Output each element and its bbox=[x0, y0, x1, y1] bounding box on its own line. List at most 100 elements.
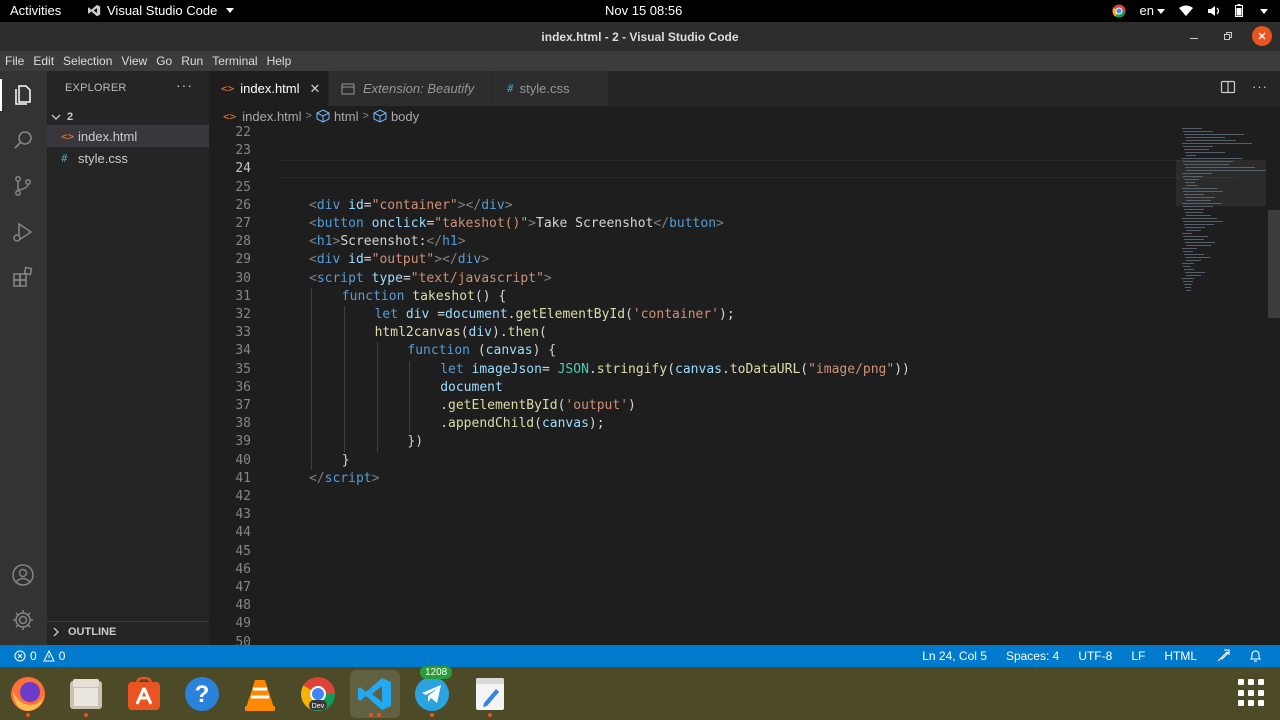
menu-edit[interactable]: Edit bbox=[28, 51, 58, 71]
code-token: ( bbox=[460, 325, 469, 341]
encoding[interactable]: UTF-8 bbox=[1078, 649, 1112, 663]
code-token: h1 bbox=[442, 234, 458, 250]
window-titlebar[interactable]: index.html - 2 - Visual Studio Code bbox=[0, 22, 1280, 51]
code-token: . bbox=[440, 398, 449, 413]
dock-files[interactable] bbox=[62, 670, 110, 718]
language-mode[interactable]: HTML bbox=[1164, 649, 1197, 663]
code-token: > bbox=[457, 234, 466, 250]
menu-go[interactable]: Go bbox=[151, 51, 176, 71]
maximize-button[interactable] bbox=[1218, 26, 1238, 46]
app-menu[interactable]: Visual Studio Code bbox=[88, 3, 235, 18]
menu-terminal[interactable]: Terminal bbox=[207, 51, 261, 71]
dock-ubuntu-software[interactable] bbox=[120, 670, 168, 718]
minimap-line bbox=[1186, 230, 1201, 231]
clock[interactable]: Nov 15 08:56 bbox=[605, 3, 682, 18]
code-editor[interactable]: 22 23 24 25 26 27 28 29 30 31 32 33 34 35 36 37 38 39 40 41… bbox=[209, 126, 1280, 645]
more-actions-icon[interactable]: ··· bbox=[1252, 79, 1268, 95]
close-window-button[interactable] bbox=[1252, 26, 1272, 46]
outline-section[interactable]: OUTLINE bbox=[47, 621, 209, 641]
manage-gear-icon[interactable] bbox=[8, 605, 38, 635]
line-number: 41 bbox=[235, 470, 251, 486]
minimize-button[interactable] bbox=[1184, 26, 1204, 46]
tab-label: style.css bbox=[519, 81, 570, 96]
extensions-icon[interactable] bbox=[8, 262, 38, 292]
notifications-bell-icon[interactable] bbox=[1249, 649, 1262, 663]
running-indicator bbox=[369, 713, 373, 717]
code-line: let div =document.getElementById('contai… bbox=[375, 306, 735, 324]
code-token: "container" bbox=[371, 197, 458, 213]
close-icon[interactable]: ✕ bbox=[310, 81, 321, 97]
code-line: let imageJson= JSON.stringify(canvas.toD… bbox=[440, 361, 910, 379]
run-debug-icon[interactable] bbox=[8, 217, 38, 247]
menu-run[interactable]: Run bbox=[176, 51, 207, 71]
search-icon[interactable] bbox=[8, 125, 38, 155]
more-actions-icon[interactable]: ··· bbox=[176, 77, 193, 93]
code-token: < bbox=[309, 252, 317, 268]
source-control-icon[interactable] bbox=[8, 171, 38, 201]
dock-text-editor[interactable] bbox=[466, 670, 514, 718]
code-line: <button onclick="takeshot()">Take Screen… bbox=[309, 215, 724, 233]
menu-file[interactable]: File bbox=[0, 51, 28, 71]
activities-button[interactable]: Activities bbox=[10, 3, 61, 18]
code-line: <div id="output"></div> bbox=[309, 251, 489, 269]
indent-guide bbox=[409, 397, 411, 416]
accounts-icon[interactable] bbox=[8, 560, 38, 590]
minimap-line bbox=[1183, 251, 1193, 252]
grid-dot bbox=[1258, 700, 1264, 707]
minimap-line bbox=[1185, 242, 1215, 243]
breadcrumb-file[interactable]: index.html bbox=[242, 109, 301, 124]
indentation[interactable]: Spaces: 4 bbox=[1006, 649, 1059, 663]
end-of-line[interactable]: LF bbox=[1131, 649, 1145, 663]
cursor-position[interactable]: Ln 24, Col 5 bbox=[922, 649, 987, 663]
error-count: 0 bbox=[30, 649, 37, 663]
minimize-icon bbox=[1190, 38, 1198, 39]
tab-index-html[interactable]: <> index.html ✕ bbox=[209, 71, 329, 106]
problems-indicator[interactable]: 0 0 bbox=[14, 649, 65, 663]
dock-vlc[interactable] bbox=[236, 670, 284, 718]
file-item-style-css[interactable]: # style.css bbox=[47, 147, 209, 169]
code-token: document bbox=[445, 307, 508, 322]
minimap-line bbox=[1186, 260, 1201, 261]
tab-style-css[interactable]: # style.css bbox=[493, 71, 609, 106]
minimap-slider[interactable] bbox=[1176, 160, 1266, 206]
code-token: toDataURL bbox=[729, 361, 801, 377]
code-token: onclick bbox=[371, 216, 427, 231]
minimap-line bbox=[1183, 221, 1223, 222]
folder-item[interactable]: 2 bbox=[47, 107, 209, 127]
power-menu[interactable] bbox=[1257, 3, 1268, 18]
dock-chrome-dev[interactable]: Dev bbox=[294, 670, 342, 718]
code-token: id bbox=[348, 252, 364, 268]
system-tray[interactable]: en bbox=[1112, 3, 1268, 18]
vertical-scrollbar[interactable] bbox=[1268, 210, 1280, 318]
code-token: getElementById bbox=[448, 398, 558, 413]
menu-help[interactable]: Help bbox=[262, 51, 296, 71]
explorer-icon[interactable] bbox=[8, 80, 38, 110]
dock-vscode[interactable] bbox=[350, 670, 400, 718]
minimap-line bbox=[1185, 212, 1203, 213]
code-token: }) bbox=[407, 434, 424, 450]
breadcrumb-body[interactable]: body bbox=[391, 109, 419, 124]
dock-firefox[interactable] bbox=[4, 670, 52, 718]
minimap-line bbox=[1182, 143, 1252, 144]
show-applications-button[interactable] bbox=[1238, 679, 1266, 707]
minimap[interactable] bbox=[1176, 126, 1266, 296]
minimap-line bbox=[1184, 254, 1204, 255]
code-token: canvas bbox=[541, 416, 589, 432]
tab-label: index.html bbox=[240, 81, 300, 96]
language-indicator[interactable]: en bbox=[1140, 3, 1165, 18]
dock-help[interactable]: ? bbox=[178, 670, 226, 718]
line-number: 29 bbox=[235, 252, 251, 268]
tab-extension-beautify[interactable]: Extension: Beautify bbox=[329, 71, 493, 106]
line-number: 40 bbox=[235, 452, 251, 468]
split-editor-icon[interactable] bbox=[1220, 79, 1236, 95]
telegram-icon bbox=[415, 677, 449, 711]
line-number: 23 bbox=[235, 143, 251, 159]
feedback-icon[interactable] bbox=[1216, 649, 1230, 663]
file-item-index-html[interactable]: <> index.html bbox=[47, 125, 209, 147]
line-number: 48 bbox=[235, 598, 251, 614]
menu-selection[interactable]: Selection bbox=[58, 51, 116, 71]
code-token: () { bbox=[474, 288, 507, 304]
breadcrumb-html[interactable]: html bbox=[334, 109, 359, 124]
menu-view[interactable]: View bbox=[116, 51, 151, 71]
